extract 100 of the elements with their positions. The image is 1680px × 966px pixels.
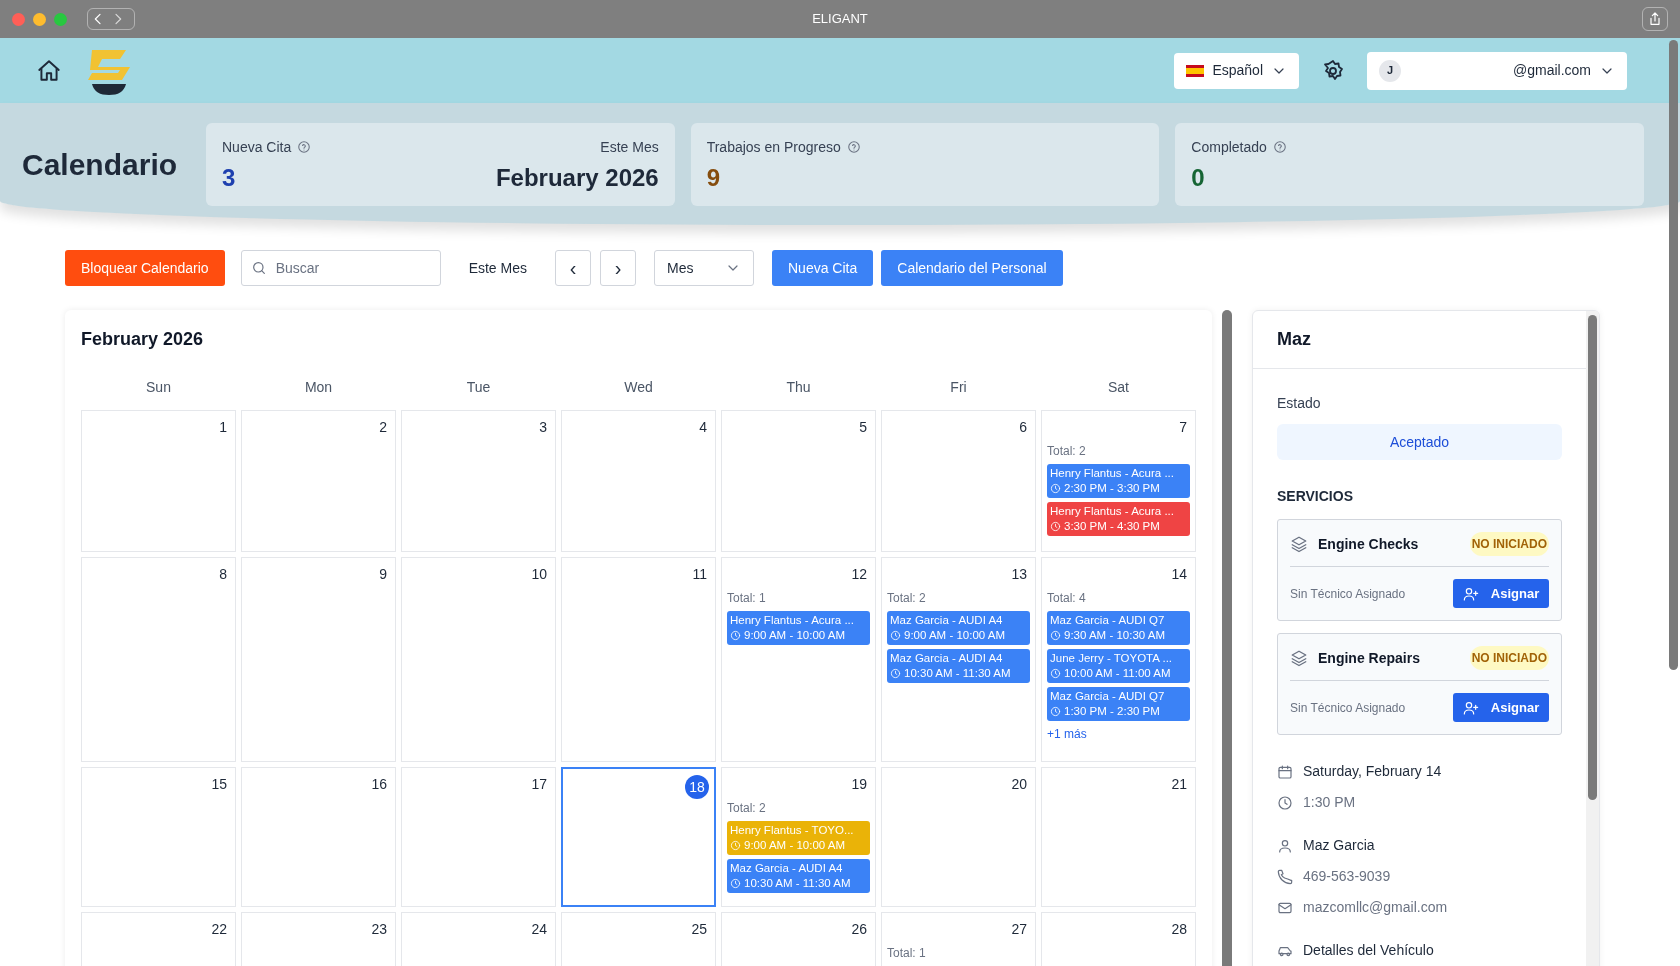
- day-cell[interactable]: 22: [81, 912, 236, 966]
- day-cell[interactable]: 4: [561, 410, 716, 552]
- details-title: Maz: [1277, 328, 1311, 351]
- history-nav[interactable]: [87, 8, 135, 30]
- appointment-event[interactable]: Maz Garcia - AUDI Q7 1:30 PM - 2:30 PM: [1047, 687, 1190, 721]
- day-number: 27: [1011, 920, 1028, 939]
- day-cell[interactable]: 17: [401, 767, 556, 907]
- day-cell[interactable]: 23: [241, 912, 396, 966]
- help-icon[interactable]: [1272, 140, 1287, 154]
- scrollbar[interactable]: [1669, 40, 1678, 670]
- day-number: 18: [685, 775, 709, 799]
- calendar-icon: [1277, 763, 1293, 780]
- clock-icon: [730, 840, 741, 851]
- home-icon[interactable]: [36, 57, 62, 84]
- day-total: Total: 1: [887, 945, 927, 962]
- more-link[interactable]: +1 más: [1047, 725, 1087, 743]
- day-total: Total: 2: [1047, 443, 1087, 460]
- info-text: Saturday, February 14: [1303, 762, 1442, 781]
- day-cell[interactable]: 2: [241, 410, 396, 552]
- day-number: 6: [1019, 418, 1028, 437]
- day-cell[interactable]: 8: [81, 557, 236, 762]
- phone-icon: [1277, 868, 1293, 885]
- day-cell[interactable]: 25: [561, 912, 716, 966]
- event-time: 9:00 AM - 10:00 AM: [904, 628, 1005, 643]
- day-total: Total: 4: [1047, 590, 1087, 607]
- clock-icon: [1050, 630, 1061, 641]
- service-name: Engine Checks: [1318, 534, 1419, 554]
- day-cell[interactable]: 28: [1041, 912, 1196, 966]
- day-cell[interactable]: 21: [1041, 767, 1196, 907]
- day-number: 16: [371, 775, 388, 794]
- window-control-icon[interactable]: [54, 12, 67, 26]
- stat-value: 0: [1191, 162, 1206, 193]
- user-email: @gmail.com: [1513, 61, 1591, 80]
- view-select[interactable]: Mes: [654, 250, 754, 286]
- clock-icon: [730, 878, 741, 889]
- assign-button[interactable]: Asignar: [1453, 579, 1549, 608]
- day-cell[interactable]: 9: [241, 557, 396, 762]
- appointment-event[interactable]: Henry Flantus - Acura ... 3:30 PM - 4:30 PM: [1047, 502, 1190, 536]
- appointment-event[interactable]: June Jerry - TOYOTA ... 10:00 AM - 11:00 AM: [1047, 649, 1190, 683]
- event-time: 9:00 AM - 10:00 AM: [744, 628, 845, 643]
- search-field[interactable]: Buscar: [240, 250, 441, 286]
- day-cell[interactable]: 3: [401, 410, 556, 552]
- day-number: 25: [691, 920, 708, 939]
- appointment-event[interactable]: Maz Garcia - AUDI A4 10:30 AM - 11:30 AM: [727, 859, 870, 893]
- day-cell[interactable]: 1: [81, 410, 236, 552]
- window-control-icon[interactable]: [33, 12, 46, 26]
- event-title: Henry Flantus - Acura ...: [730, 613, 855, 628]
- period-value: February 2026: [495, 162, 659, 193]
- day-cell[interactable]: 11: [561, 557, 716, 762]
- day-number: 3: [539, 418, 548, 437]
- event-title: Henry Flantus - Acura ...: [1050, 466, 1175, 481]
- scrollbar[interactable]: [1222, 310, 1232, 966]
- appointment-event[interactable]: Henry Flantus - Acura ... 9:00 AM - 10:00 AM: [727, 611, 870, 645]
- settings-icon[interactable]: [1321, 58, 1345, 83]
- day-cell[interactable]: 6: [881, 410, 1036, 552]
- avatar: J: [1379, 59, 1401, 82]
- user-dropdown[interactable]: J @gmail.com: [1367, 51, 1627, 90]
- stat-label: Trabajos en Progreso: [706, 137, 841, 157]
- layers-icon: [1290, 535, 1308, 553]
- day-cell[interactable]: 27 Total: 1: [881, 912, 1036, 966]
- day-cell[interactable]: 5: [721, 410, 876, 552]
- day-cell[interactable]: 18: [561, 767, 716, 907]
- event-time: 1:30 PM - 2:30 PM: [1064, 704, 1160, 719]
- day-number: 14: [1171, 565, 1188, 584]
- calendar-title: February 2026: [81, 328, 205, 351]
- next-button[interactable]: ›: [600, 250, 636, 286]
- share-button[interactable]: [1642, 7, 1668, 31]
- day-cell[interactable]: 26: [721, 912, 876, 966]
- share-icon[interactable]: [1647, 11, 1663, 27]
- status-label: Estado: [1277, 394, 1322, 413]
- appointment-event[interactable]: Maz Garcia - AUDI A4 10:30 AM - 11:30 AM: [887, 649, 1030, 683]
- day-cell[interactable]: 16: [241, 767, 396, 907]
- language-dropdown[interactable]: Español: [1174, 52, 1299, 89]
- day-cell[interactable]: 7 Total: 2 Henry Flantus - Acura ... 2:30 PM - 3:30 PM Henry Flantus - Acura ... 3:30 PM - 4:30 PM: [1041, 410, 1196, 552]
- appointment-event[interactable]: Maz Garcia - AUDI A4 9:00 AM - 10:00 AM: [887, 611, 1030, 645]
- appointment-event[interactable]: Maz Garcia - AUDI Q7 9:30 AM - 10:30 AM: [1047, 611, 1190, 645]
- weekday-header: Fri: [950, 379, 967, 395]
- help-icon[interactable]: [297, 140, 312, 154]
- day-cell[interactable]: 24: [401, 912, 556, 966]
- day-cell[interactable]: 12 Total: 1 Henry Flantus - Acura ... 9:00 AM - 10:00 AM: [721, 557, 876, 762]
- day-cell[interactable]: 15: [81, 767, 236, 907]
- new-appointment-button[interactable]: Nueva Cita: [772, 250, 874, 286]
- info-text: 469-563-9039: [1303, 867, 1391, 886]
- event-time: 9:30 AM - 10:30 AM: [1064, 628, 1165, 643]
- assign-button[interactable]: Asignar: [1453, 693, 1549, 722]
- day-cell[interactable]: 10: [401, 557, 556, 762]
- day-cell[interactable]: 20: [881, 767, 1036, 907]
- day-cell[interactable]: 13 Total: 2 Maz Garcia - AUDI A4 9:00 AM - 10:00 AM Maz Garcia - AUDI A4 10:30 AM - 11:30 AM: [881, 557, 1036, 762]
- day-cell[interactable]: 19 Total: 2 Henry Flantus - TOYO... 9:00 AM - 10:00 AM Maz Garcia - AUDI A4 10:30 AM - 11:30 AM: [721, 767, 876, 907]
- clock-icon: [1050, 483, 1061, 494]
- appointment-event[interactable]: Henry Flantus - Acura ... 2:30 PM - 3:30 PM: [1047, 464, 1190, 498]
- previous-button[interactable]: ‹: [555, 250, 591, 286]
- day-number: 17: [531, 775, 548, 794]
- flag-icon: [1186, 64, 1205, 77]
- day-number: 9: [379, 565, 388, 584]
- scrollbar[interactable]: [1588, 315, 1597, 800]
- day-cell[interactable]: 14 Total: 4 Maz Garcia - AUDI Q7 9:30 AM - 10:30 AM June Jerry - TOYOTA ... 10:00 AM - 11:00 AM Maz Garcia - AUDI Q7 1:30 PM - 2:30 PM +1 más: [1041, 557, 1196, 762]
- help-icon[interactable]: [846, 140, 861, 154]
- staff-calendar-button[interactable]: Calendario del Personal: [881, 250, 1063, 286]
- day-number: 26: [851, 920, 868, 939]
